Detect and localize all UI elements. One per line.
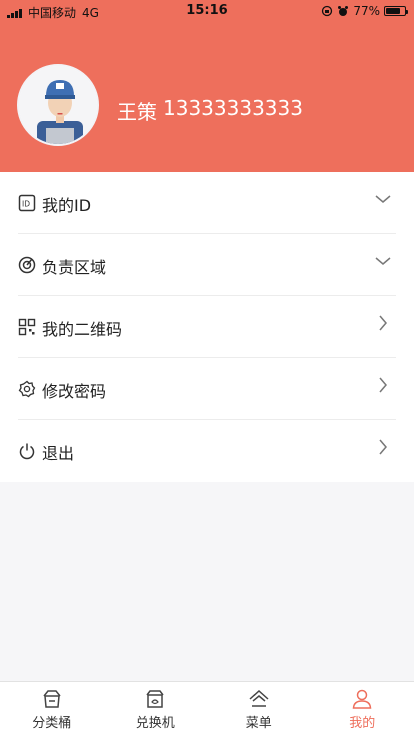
menu-item-label: 退出 <box>42 444 75 463</box>
bin-icon <box>43 690 61 708</box>
user-icon <box>352 689 372 709</box>
chevron-right-icon <box>379 315 387 331</box>
tab-label: 兑换机 <box>135 716 175 731</box>
user-phone: 13333333333 <box>163 96 303 120</box>
qrcode-icon <box>18 318 36 336</box>
menu-item-area[interactable]: 负责区域 <box>0 234 414 296</box>
chevron-right-icon <box>379 439 387 455</box>
tab-menu[interactable]: 菜单 <box>207 682 311 736</box>
tab-mine[interactable]: 我的 <box>311 682 414 736</box>
menu-item-label: 我的ID <box>42 196 92 215</box>
gear-icon <box>18 380 36 398</box>
menu-item-logout[interactable]: 退出 <box>0 420 414 482</box>
machine-icon <box>146 690 164 708</box>
tab-label: 菜单 <box>245 716 272 731</box>
radar-icon <box>18 256 36 274</box>
status-bar: 中国移动 4G 15:16 77% <box>0 0 414 22</box>
alarm-icon <box>338 6 349 16</box>
tab-exchange-machine[interactable]: 兑换机 <box>104 682 208 736</box>
tab-label: 分类桶 <box>32 716 72 731</box>
profile-header: 王策 13333333333 <box>0 22 414 172</box>
menu-item-change-password[interactable]: 修改密码 <box>0 358 414 420</box>
tab-bins[interactable]: 分类桶 <box>0 682 104 736</box>
user-name: 王策 <box>117 100 157 124</box>
user-info: 王策 13333333333 <box>117 96 303 125</box>
menu-item-qrcode[interactable]: 我的二维码 <box>0 296 414 358</box>
chevron-down-icon <box>375 195 391 203</box>
worker-avatar-icon <box>19 66 97 144</box>
tab-label: 我的 <box>349 716 376 731</box>
avatar[interactable] <box>17 64 99 146</box>
svg-text:ID: ID <box>22 200 30 209</box>
battery-percent: 77% <box>353 4 380 18</box>
id-card-icon: ID <box>18 194 36 212</box>
menu-item-my-id[interactable]: ID 我的ID <box>0 172 414 234</box>
menu-item-label: 负责区域 <box>42 258 107 277</box>
orientation-lock-icon <box>322 5 333 17</box>
chevron-down-icon <box>375 257 391 265</box>
power-icon <box>19 443 35 460</box>
status-right: 77% <box>321 4 408 18</box>
battery-icon <box>384 6 408 16</box>
menu-item-label: 修改密码 <box>42 382 107 401</box>
settings-menu: ID 我的ID 负责区域 我的二维码 修改密码 退出 <box>0 172 414 482</box>
bottom-tab-bar: 分类桶 兑换机 菜单 我的 <box>0 681 414 736</box>
home-icon <box>249 689 269 707</box>
menu-item-label: 我的二维码 <box>42 320 123 339</box>
chevron-right-icon <box>379 377 387 393</box>
